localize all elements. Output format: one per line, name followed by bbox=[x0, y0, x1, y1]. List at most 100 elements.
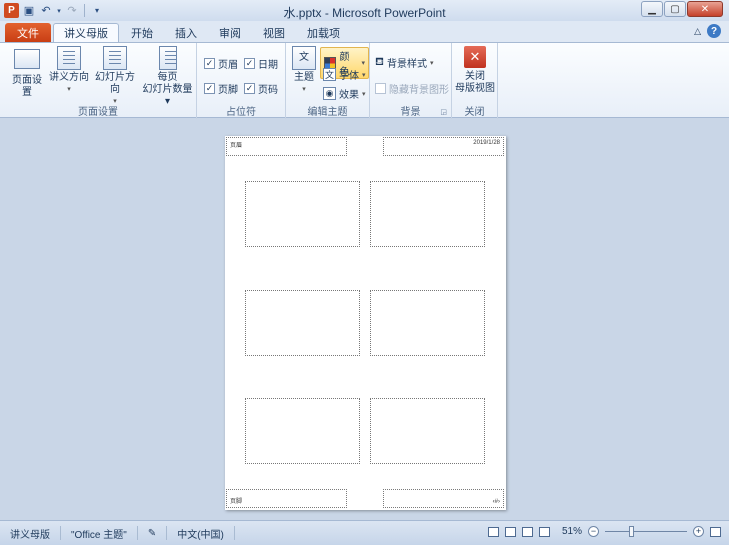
slide-orientation-button[interactable]: 幻灯片方向 ▾ bbox=[92, 46, 138, 108]
effects-button[interactable]: ◉ 效果 ▾ bbox=[323, 86, 366, 101]
group-background: ⛾ 背景样式 ▾ 隐藏背景图形 背景 ◲ bbox=[370, 43, 452, 119]
handout-page[interactable]: 页眉 2019/1/28 页脚 ‹#› bbox=[225, 136, 506, 510]
footer-checkbox[interactable]: ✓ 页脚 bbox=[204, 81, 238, 96]
close-button[interactable]: ✕ bbox=[687, 1, 723, 17]
date-checkbox[interactable]: ✓ 日期 bbox=[244, 56, 278, 71]
title-bar: P ▣ ↶ ▾ ↷ ▾ 水.pptx - Microsoft PowerPoin… bbox=[0, 0, 729, 21]
effects-label: 效果 bbox=[339, 90, 359, 101]
footer-check-icon[interactable]: ✓ bbox=[204, 83, 215, 94]
customize-qat-icon[interactable]: ▾ bbox=[90, 4, 104, 18]
themes-label: 主题 bbox=[294, 72, 314, 83]
tab-review[interactable]: 审阅 bbox=[209, 23, 251, 42]
slides-per-page-label: 每页 bbox=[157, 72, 178, 83]
slide-placeholder[interactable] bbox=[245, 181, 360, 247]
close-master-view-button[interactable]: ✕ 关闭 母版视图 bbox=[454, 46, 496, 95]
slideshow-view-icon[interactable] bbox=[538, 526, 550, 537]
slide-placeholder[interactable] bbox=[370, 181, 485, 247]
slide-sorter-view-icon[interactable] bbox=[504, 526, 516, 537]
header-checkbox-label: 页眉 bbox=[218, 60, 238, 71]
dialog-launcher-icon[interactable]: ◲ bbox=[440, 108, 447, 116]
spellcheck-icon[interactable]: ✎ bbox=[138, 526, 168, 540]
date-text: 2019/1/28 bbox=[473, 140, 500, 146]
close-master-label: 关闭 bbox=[465, 71, 485, 82]
page-setup-button[interactable]: 页面设置 bbox=[8, 46, 46, 99]
group-label-background: 背景 bbox=[400, 107, 421, 118]
zoom-slider-thumb[interactable] bbox=[629, 526, 634, 537]
ribbon-tabs: 文件 讲义母版 开始 插入 审阅 视图 加载项 △ ? bbox=[0, 21, 729, 42]
handout-orientation-button[interactable]: 讲义方向 ▾ bbox=[48, 46, 90, 96]
zoom-out-icon[interactable]: − bbox=[588, 526, 599, 537]
redo-icon[interactable]: ↷ bbox=[65, 4, 79, 18]
slide-placeholder[interactable] bbox=[245, 290, 360, 356]
chevron-down-icon: ▾ bbox=[362, 90, 366, 98]
ribbon: 页面设置 讲义方向 ▾ 幻灯片方向 ▾ 每页 幻灯片数量 ▾ 页面设置 ✓ 页眉… bbox=[0, 42, 729, 119]
theme-icon: 文 bbox=[292, 46, 316, 70]
collapse-ribbon-icon[interactable]: △ bbox=[694, 26, 701, 37]
footer-text: 页脚 bbox=[230, 499, 243, 505]
undo-icon[interactable]: ↶ bbox=[39, 4, 53, 18]
chevron-down-icon: ▾ bbox=[302, 86, 306, 93]
group-label-edit-theme: 编辑主题 bbox=[307, 107, 348, 118]
tab-file[interactable]: 文件 bbox=[5, 23, 51, 42]
themes-button[interactable]: 文 主题 ▾ bbox=[290, 46, 318, 96]
fit-to-window-icon[interactable] bbox=[710, 526, 721, 537]
group-label-page-setup: 页面设置 bbox=[78, 107, 118, 118]
page-number-checkbox-label: 页码 bbox=[258, 85, 278, 96]
page-setup-label: 页面设置 bbox=[12, 75, 42, 98]
hide-background-check-icon[interactable] bbox=[375, 83, 386, 94]
hide-background-checkbox[interactable]: 隐藏背景图形 bbox=[375, 81, 449, 96]
status-theme[interactable]: "Office 主题" bbox=[61, 526, 138, 541]
status-bar: 讲义母版 "Office 主题" ✎ 中文(中国) 51% − + bbox=[0, 520, 729, 545]
chevron-down-icon: ▾ bbox=[362, 71, 366, 79]
normal-view-icon[interactable] bbox=[487, 526, 499, 537]
footer-placeholder[interactable]: 页脚 bbox=[226, 489, 347, 508]
background-styles-button[interactable]: ⛾ 背景样式 ▾ bbox=[375, 55, 434, 71]
page-number-checkbox[interactable]: ✓ 页码 bbox=[244, 81, 278, 96]
slide-orientation-icon bbox=[103, 46, 127, 70]
tab-addins[interactable]: 加载项 bbox=[297, 23, 350, 42]
powerpoint-app-icon[interactable]: P bbox=[4, 3, 19, 18]
page-setup-icon bbox=[14, 49, 40, 69]
tab-home[interactable]: 开始 bbox=[121, 23, 163, 42]
date-placeholder[interactable]: 2019/1/28 bbox=[383, 137, 504, 156]
tab-view[interactable]: 视图 bbox=[253, 23, 295, 42]
page-number-placeholder[interactable]: ‹#› bbox=[383, 489, 504, 508]
slides-per-page-button[interactable]: 每页 幻灯片数量 ▾ bbox=[140, 46, 195, 108]
status-language[interactable]: 中文(中国) bbox=[167, 526, 235, 541]
group-edit-theme: 文 主题 ▾ 颜色 ▾ 文 字体 ▾ ◉ 效果 ▾ 编辑主题 bbox=[286, 43, 370, 119]
group-label-close: 关闭 bbox=[464, 107, 485, 118]
slide-placeholder[interactable] bbox=[245, 398, 360, 464]
chevron-down-icon: ▾ bbox=[67, 86, 71, 93]
tab-handout-master[interactable]: 讲义母版 bbox=[53, 23, 119, 42]
header-checkbox[interactable]: ✓ 页眉 bbox=[204, 56, 238, 71]
window-title: 水.pptx - Microsoft PowerPoint bbox=[283, 6, 446, 20]
group-label-placeholders: 占位符 bbox=[226, 107, 256, 118]
page-number-check-icon[interactable]: ✓ bbox=[244, 83, 255, 94]
group-placeholders: ✓ 页眉 ✓ 日期 ✓ 页脚 ✓ 页码 占位符 bbox=[197, 43, 286, 119]
hide-background-label: 隐藏背景图形 bbox=[389, 85, 449, 96]
close-master-label-2: 母版视图 bbox=[455, 83, 495, 94]
slide-placeholder[interactable] bbox=[370, 398, 485, 464]
slide-placeholder[interactable] bbox=[370, 290, 485, 356]
minimize-button[interactable]: ▁ bbox=[641, 1, 663, 17]
fonts-label: 字体 bbox=[339, 71, 359, 82]
undo-dropdown-icon[interactable]: ▾ bbox=[56, 4, 62, 18]
header-placeholder[interactable]: 页眉 bbox=[226, 137, 347, 156]
chevron-down-icon: ▾ bbox=[361, 60, 365, 67]
save-icon[interactable]: ▣ bbox=[22, 4, 36, 18]
tab-insert[interactable]: 插入 bbox=[165, 23, 207, 42]
effects-icon: ◉ bbox=[323, 87, 336, 100]
maximize-button[interactable]: ▢ bbox=[664, 1, 686, 17]
close-master-icon: ✕ bbox=[464, 46, 486, 68]
help-icon[interactable]: ? bbox=[707, 24, 721, 38]
zoom-level[interactable]: 51% bbox=[562, 526, 582, 537]
date-check-icon[interactable]: ✓ bbox=[244, 58, 255, 69]
header-check-icon[interactable]: ✓ bbox=[204, 58, 215, 69]
paint-bucket-icon: ⛾ bbox=[375, 55, 384, 68]
fonts-button[interactable]: 文 字体 ▾ bbox=[323, 67, 366, 82]
header-text: 页眉 bbox=[230, 143, 243, 149]
zoom-slider[interactable] bbox=[605, 526, 687, 537]
quick-access-toolbar: P ▣ ↶ ▾ ↷ ▾ bbox=[0, 3, 104, 18]
zoom-in-icon[interactable]: + bbox=[693, 526, 704, 537]
reading-view-icon[interactable] bbox=[521, 526, 533, 537]
